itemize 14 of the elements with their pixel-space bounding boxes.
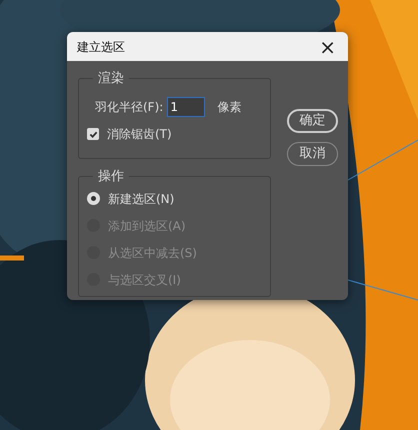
close-button[interactable]: ×	[317, 36, 338, 56]
option-label: 从选区中减去(S)	[108, 244, 197, 262]
unit-label: 像素	[217, 99, 242, 116]
dialog-title: 建立选区	[77, 38, 125, 56]
feather-radius-field[interactable]: 1	[167, 97, 206, 117]
dialog-button[interactable]: 确定	[287, 109, 338, 133]
feather-label: 羽化半径(F):	[95, 99, 164, 116]
option-label: 添加到选区(A)	[108, 218, 186, 234]
option-label: 与选区交叉(I)	[108, 272, 181, 288]
radio-button[interactable]	[87, 192, 100, 205]
dialog-button[interactable]: 取消	[287, 142, 338, 166]
antialias-checkbox[interactable]	[87, 128, 99, 140]
option-label: 新建选区(N)	[108, 190, 174, 208]
antialias-label: 消除锯齿(T)	[107, 126, 172, 143]
